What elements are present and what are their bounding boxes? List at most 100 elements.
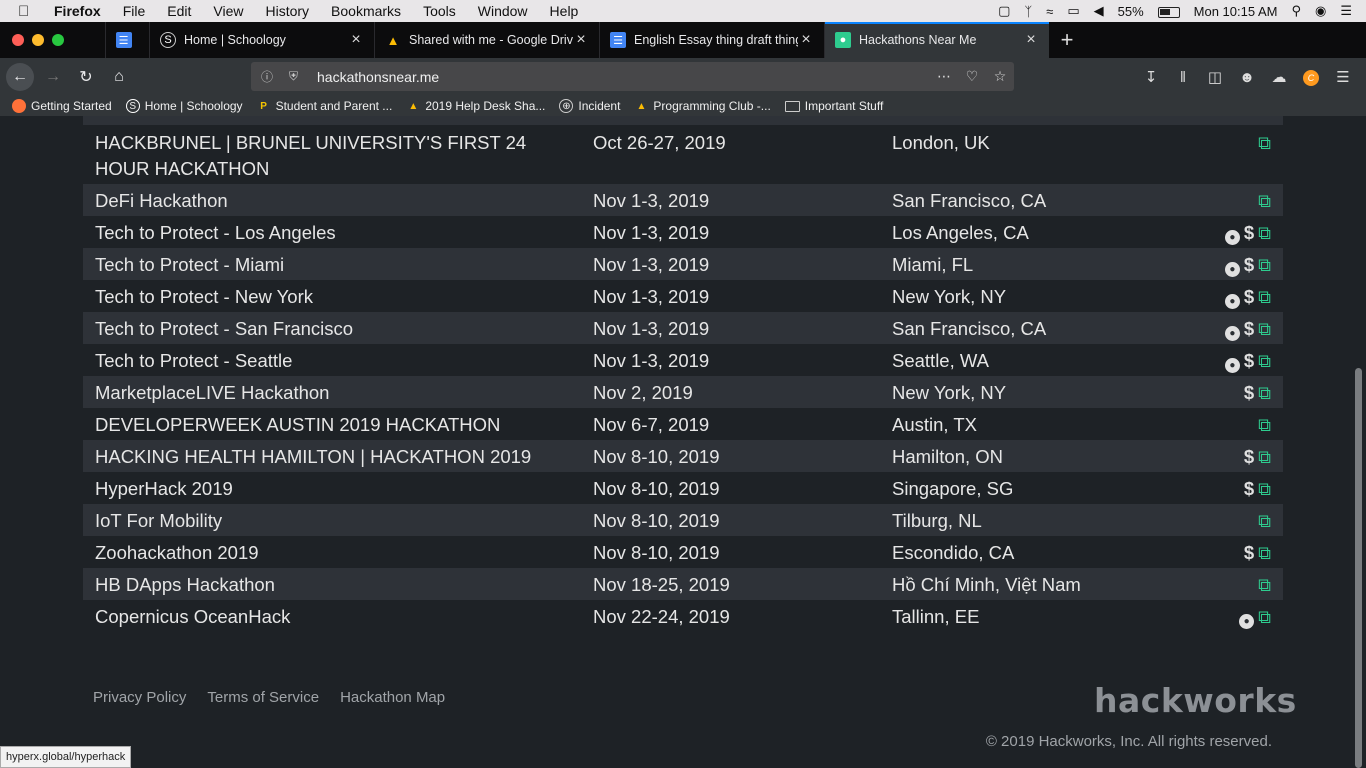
external-link-icon[interactable]: ⧉ <box>1258 351 1271 371</box>
close-tab-icon[interactable]: × <box>1023 31 1039 49</box>
site-info-icon[interactable]: ⓘ <box>261 68 279 85</box>
table-row[interactable]: IoT For Mobility Nov 8-10, 2019 Tilburg, N… <box>83 504 1283 536</box>
page-actions-icon[interactable]: ⋯ <box>930 68 958 85</box>
external-link-icon[interactable]: ⧉ <box>1258 415 1271 435</box>
page-scrollbar[interactable] <box>1355 368 1362 768</box>
reload-button[interactable]: ↻ <box>72 63 100 91</box>
home-button[interactable]: ⌂ <box>105 63 133 91</box>
external-link-icon[interactable]: ⧉ <box>1258 543 1271 563</box>
menu-tools[interactable]: Tools <box>423 3 456 19</box>
external-link-icon[interactable]: ⧉ <box>1258 223 1271 243</box>
bookmark-programming-club[interactable]: ▲ Programming Club -... <box>634 99 770 113</box>
table-row[interactable]: Tech to Protect - Miami Nov 1-3, 2019 Miam… <box>83 248 1283 280</box>
tab-hackathons-near-me[interactable]: ● Hackathons Near Me × <box>824 22 1049 58</box>
bookmark-star-icon[interactable]: ☆ <box>986 68 1014 85</box>
sidebar-icon[interactable]: ◫ <box>1199 68 1231 86</box>
terms-of-service-link[interactable]: Terms of Service <box>207 689 319 706</box>
menu-history[interactable]: History <box>265 3 309 19</box>
close-tab-icon[interactable]: × <box>573 31 589 49</box>
external-link-icon[interactable]: ⧉ <box>1258 255 1271 275</box>
table-row[interactable]: Tech to Protect - Los Angeles Nov 1-3, 20… <box>83 216 1283 248</box>
menu-icon[interactable]: ☰ <box>1327 68 1359 86</box>
tracking-shield-icon[interactable]: ⛨ <box>289 69 307 84</box>
battery-icon[interactable] <box>1157 4 1180 19</box>
event-name[interactable]: HACKING HEALTH HAMILTON | HACKATHON 2019 <box>83 440 581 472</box>
bookmark-schoology[interactable]: S Home | Schoology <box>125 99 243 113</box>
bluetooth-icon[interactable]: ᛉ <box>1024 4 1032 19</box>
bookmark-incident[interactable]: ⊕ Incident <box>559 99 620 113</box>
close-window-button[interactable] <box>12 34 24 46</box>
library-icon[interactable]: ‖ <box>1167 69 1199 86</box>
table-row[interactable]: DEVELOPERWEEK AUSTIN 2019 HACKATHON Nov 6… <box>83 408 1283 440</box>
table-row[interactable]: Tech to Protect - New York Nov 1-3, 2019 N… <box>83 280 1283 312</box>
account-icon[interactable]: ☻ <box>1231 69 1263 86</box>
table-row[interactable]: HyperHack 2019 Nov 8-10, 2019 Singapore, S… <box>83 472 1283 504</box>
event-name[interactable]: Copernicus OceanHack <box>83 600 581 632</box>
external-link-icon[interactable]: ⧉ <box>1258 607 1271 627</box>
privacy-policy-link[interactable]: Privacy Policy <box>93 689 186 706</box>
table-row[interactable]: MarketplaceLIVE Hackathon Nov 2, 2019 New … <box>83 376 1283 408</box>
external-link-icon[interactable]: ⧉ <box>1258 447 1271 467</box>
battery-percent[interactable]: 55% <box>1118 4 1144 19</box>
menu-help[interactable]: Help <box>550 3 579 19</box>
tab-schoology[interactable]: S Home | Schoology × <box>149 22 374 58</box>
bookmark-help-desk[interactable]: ▲ 2019 Help Desk Sha... <box>406 99 545 113</box>
apple-icon[interactable]:  <box>18 3 38 20</box>
table-row[interactable]: DeFi Hackathon Nov 1-3, 2019 San Francisco… <box>83 184 1283 216</box>
external-link-icon[interactable]: ⧉ <box>1258 479 1271 499</box>
event-name[interactable]: DeFi Hackathon <box>83 184 581 216</box>
external-link-icon[interactable]: ⧉ <box>1258 287 1271 307</box>
volume-icon[interactable]: ◀ <box>1094 3 1104 19</box>
menu-firefox[interactable]: Firefox <box>54 3 101 19</box>
pocket-icon[interactable]: ♡ <box>958 68 986 85</box>
menu-edit[interactable]: Edit <box>167 3 191 19</box>
zoom-window-button[interactable] <box>52 34 64 46</box>
bookmark-student-parent[interactable]: P Student and Parent ... <box>257 99 392 113</box>
wifi-icon[interactable]: ≈ <box>1046 4 1053 19</box>
bookmark-getting-started[interactable]: Getting Started <box>12 99 112 113</box>
event-name[interactable]: IoT For Mobility <box>83 504 581 536</box>
bookmark-important-stuff[interactable]: Important Stuff <box>784 99 883 113</box>
airplay-icon[interactable]: ▭ <box>1067 3 1079 19</box>
event-name[interactable]: Tech to Protect - Los Angeles <box>83 216 581 248</box>
new-tab-button[interactable]: + <box>1049 22 1085 58</box>
extension-orange-icon[interactable]: C <box>1295 68 1327 86</box>
url-text[interactable]: hackathonsnear.me <box>317 69 930 85</box>
forward-button[interactable]: → <box>39 63 67 91</box>
notification-center-icon[interactable]: ☰ <box>1340 3 1352 19</box>
close-tab-icon[interactable]: × <box>798 31 814 49</box>
clock[interactable]: Mon 10:15 AM <box>1194 4 1278 19</box>
back-button[interactable]: ← <box>6 63 34 91</box>
siri-icon[interactable]: ◉ <box>1315 3 1326 19</box>
event-name[interactable]: Tech to Protect - Miami <box>83 248 581 280</box>
spotlight-icon[interactable]: ⚲ <box>1291 3 1301 19</box>
event-name[interactable]: HACKBRUNEL | BRUNEL UNIVERSITY'S FIRST 2… <box>83 126 581 184</box>
external-link-icon[interactable]: ⧉ <box>1258 511 1271 531</box>
event-name[interactable]: HB DApps Hackathon <box>83 568 581 600</box>
table-row[interactable]: Tech to Protect - Seattle Nov 1-3, 2019 Se… <box>83 344 1283 376</box>
hackathon-map-link[interactable]: Hackathon Map <box>340 689 445 706</box>
table-row[interactable]: Copernicus OceanHack Nov 22-24, 2019 Talli… <box>83 600 1283 632</box>
external-link-icon[interactable]: ⧉ <box>1258 383 1271 403</box>
event-name[interactable]: Tech to Protect - New York <box>83 280 581 312</box>
dropbox-icon[interactable]: ▢ <box>998 3 1010 19</box>
external-link-icon[interactable]: ⧉ <box>1258 133 1271 153</box>
event-name[interactable]: DEVELOPERWEEK AUSTIN 2019 HACKATHON <box>83 408 581 440</box>
table-row[interactable]: HB DApps Hackathon Nov 18-25, 2019 Hồ Chí … <box>83 568 1283 600</box>
event-name[interactable]: Tech to Protect - Seattle <box>83 344 581 376</box>
table-row[interactable]: Zoohackathon 2019 Nov 8-10, 2019 Escondido… <box>83 536 1283 568</box>
table-row[interactable]: HACKING HEALTH HAMILTON | HACKATHON 2019… <box>83 440 1283 472</box>
extension-icon[interactable]: ☁ <box>1263 68 1295 86</box>
tab-essay-draft[interactable]: ☰ English Essay thing draft thing × <box>599 22 824 58</box>
external-link-icon[interactable]: ⧉ <box>1258 319 1271 339</box>
menu-view[interactable]: View <box>213 3 243 19</box>
url-bar[interactable]: ⓘ ⛨ hackathonsnear.me ⋯ ♡ ☆ <box>251 62 1014 91</box>
menu-window[interactable]: Window <box>478 3 528 19</box>
menu-bookmarks[interactable]: Bookmarks <box>331 3 401 19</box>
tab-google-drive[interactable]: ▲ Shared with me - Google Drive × <box>374 22 599 58</box>
tab-pinned-docs[interactable]: ☰ <box>105 22 149 58</box>
event-name[interactable]: HyperHack 2019 <box>83 472 581 504</box>
external-link-icon[interactable]: ⧉ <box>1258 575 1271 595</box>
minimize-window-button[interactable] <box>32 34 44 46</box>
event-name[interactable]: Zoohackathon 2019 <box>83 536 581 568</box>
